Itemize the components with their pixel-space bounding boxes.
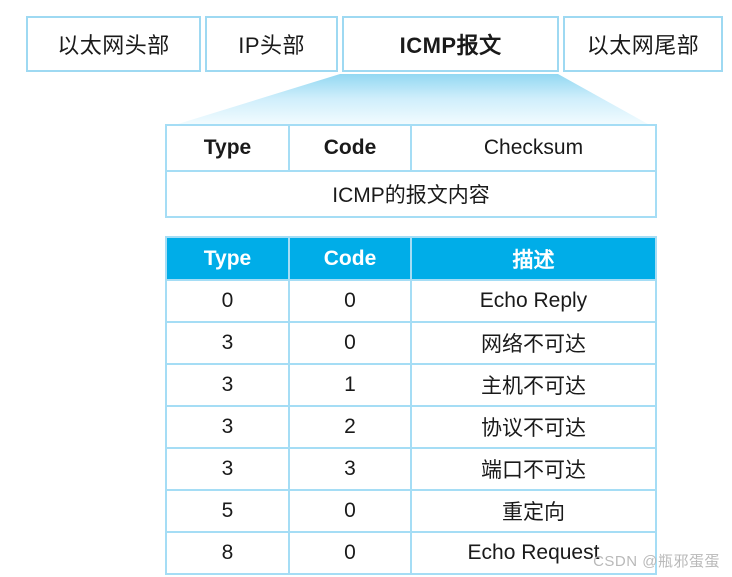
ethernet-frame-bar: 以太网头部 IP头部 ICMP报文 以太网尾部 xyxy=(26,16,724,72)
cell-description: 网络不可达 xyxy=(410,321,657,365)
cell-code: 0 xyxy=(288,489,412,533)
format-cell-code: Code xyxy=(288,124,412,172)
table-row: 3 2 协议不可达 xyxy=(165,405,657,449)
format-cell-type: Type xyxy=(165,124,290,172)
column-header-code: Code xyxy=(288,236,412,281)
cell-description: 主机不可达 xyxy=(410,363,657,407)
cell-code: 1 xyxy=(288,363,412,407)
format-cell-checksum: Checksum xyxy=(410,124,657,172)
cell-type: 3 xyxy=(165,321,290,365)
column-header-type: Type xyxy=(165,236,290,281)
table-row: Type Code Checksum xyxy=(165,124,657,172)
watermark: CSDN @瓶邪蛋蛋 xyxy=(593,553,720,570)
cell-description: 协议不可达 xyxy=(410,405,657,449)
cell-code: 0 xyxy=(288,531,412,575)
cell-code: 0 xyxy=(288,279,412,323)
frame-cell-ethernet-header: 以太网头部 xyxy=(26,16,201,72)
table-row: 8 0 Echo Request xyxy=(165,531,657,575)
cell-type: 5 xyxy=(165,489,290,533)
frame-cell-ip-header: IP头部 xyxy=(204,16,339,72)
table-row: 0 0 Echo Reply xyxy=(165,279,657,323)
icmp-message-format-table: Type Code Checksum ICMP的报文内容 xyxy=(165,124,657,218)
cell-description: 重定向 xyxy=(410,489,657,533)
table-row: 3 1 主机不可达 xyxy=(165,363,657,407)
cell-code: 0 xyxy=(288,321,412,365)
cell-description: Echo Reply xyxy=(410,279,657,323)
table-row: 3 3 端口不可达 xyxy=(165,447,657,491)
cell-type: 3 xyxy=(165,447,290,491)
cell-type: 3 xyxy=(165,363,290,407)
frame-cell-icmp-message: ICMP报文 xyxy=(342,16,559,72)
icmp-type-code-table: Type Code 描述 0 0 Echo Reply 3 0 网络不可达 3 … xyxy=(165,236,657,575)
cell-type: 0 xyxy=(165,279,290,323)
cell-description: 端口不可达 xyxy=(410,447,657,491)
column-header-description: 描述 xyxy=(410,236,657,281)
table-row: 3 0 网络不可达 xyxy=(165,321,657,365)
table-header-row: Type Code 描述 xyxy=(165,236,657,281)
table-row: 5 0 重定向 xyxy=(165,489,657,533)
table-row: ICMP的报文内容 xyxy=(165,170,657,218)
cell-code: 3 xyxy=(288,447,412,491)
cell-type: 3 xyxy=(165,405,290,449)
frame-cell-ethernet-trailer: 以太网尾部 xyxy=(562,16,724,72)
format-cell-payload: ICMP的报文内容 xyxy=(165,170,657,218)
cell-code: 2 xyxy=(288,405,412,449)
cell-type: 8 xyxy=(165,531,290,575)
